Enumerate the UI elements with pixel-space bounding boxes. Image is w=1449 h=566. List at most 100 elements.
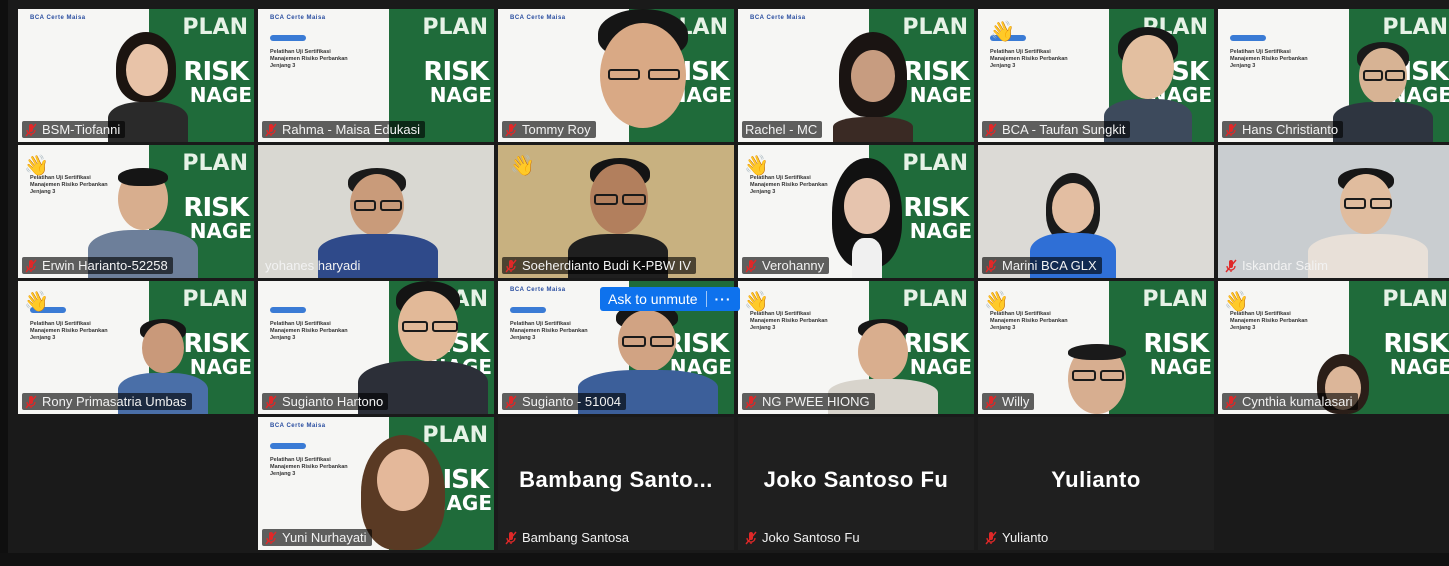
participant-tile-no-video[interactable]: Joko Santoso Fu Joko Santoso Fu bbox=[738, 417, 974, 550]
mic-muted-icon bbox=[985, 531, 997, 545]
raised-hand-icon: 👋 bbox=[510, 155, 535, 177]
participant-tile[interactable]: yohanes haryadi bbox=[258, 145, 494, 278]
slide-title: Pelatihan Uji Sertifikasi Manajemen Risi… bbox=[990, 311, 1068, 331]
slide-title: Pelatihan Uji Sertifikasi Manajemen Risi… bbox=[270, 321, 348, 341]
participant-name-label: Cynthia kumalasari bbox=[1222, 393, 1358, 410]
participant-tile[interactable]: PLANRISKNAGE Pelatihan Uji Sertifikasi M… bbox=[1218, 281, 1449, 414]
slide-title: Pelatihan Uji Sertifikasi Manajemen Risi… bbox=[750, 311, 828, 331]
participant-name-label: Yuni Nurhayati bbox=[262, 529, 372, 546]
slide-title: Pelatihan Uji Sertifikasi Manajemen Risi… bbox=[1230, 49, 1308, 69]
participant-name-label: Sugianto - 51004 bbox=[502, 393, 627, 410]
slide-logos: BCA Certe Maisa bbox=[270, 15, 326, 21]
participant-name-label: Joko Santoso Fu bbox=[742, 529, 865, 546]
ask-to-unmute-button[interactable]: Ask to unmute ··· bbox=[600, 287, 740, 311]
raised-hand-icon: 👋 bbox=[24, 155, 49, 177]
participant-tile[interactable]: Iskandar Salim bbox=[1218, 145, 1449, 278]
participant-tile[interactable]: PLANRISKNAGE Pelatihan Uji Sertifikasi M… bbox=[738, 281, 974, 414]
participant-tile-no-video[interactable]: Yulianto Yulianto bbox=[978, 417, 1214, 550]
participant-name-label: Rachel - MC bbox=[742, 121, 823, 138]
participant-name-label: BCA - Taufan Sungkit bbox=[982, 121, 1131, 138]
participant-tile[interactable]: PLANRISKNAGE Pelatihan Uji Sertifikasi M… bbox=[1218, 9, 1449, 142]
slide-logos: BCA Certe Maisa bbox=[30, 15, 86, 21]
ask-to-unmute-label: Ask to unmute bbox=[608, 291, 698, 307]
participant-video bbox=[1058, 344, 1138, 414]
participant-name-label: Willy bbox=[982, 393, 1035, 410]
participant-name-label: Bambang Santosa bbox=[502, 529, 634, 546]
participant-tile[interactable]: Marini BCA GLX bbox=[978, 145, 1214, 278]
divider bbox=[705, 291, 707, 307]
participant-name-label: NG PWEE HIONG bbox=[742, 393, 875, 410]
raised-hand-icon: 👋 bbox=[990, 21, 1015, 43]
participant-tile-no-video[interactable]: Bambang Santo... Bambang Santosa bbox=[498, 417, 734, 550]
raised-hand-icon: 👋 bbox=[744, 155, 769, 177]
mic-muted-icon bbox=[265, 531, 277, 545]
participant-name-label: Yulianto bbox=[982, 529, 1053, 546]
participant-name-label: Sugianto Hartono bbox=[262, 393, 389, 410]
participant-video bbox=[578, 9, 708, 142]
participant-tile[interactable]: PLANRISKNAGE BCA Certe Maisa Pelatihan U… bbox=[258, 417, 494, 550]
slide-tag bbox=[1230, 35, 1266, 41]
mic-muted-icon bbox=[505, 531, 517, 545]
mic-muted-icon bbox=[25, 395, 37, 409]
slide-logos: BCA Certe Maisa bbox=[750, 15, 806, 21]
window-edge bbox=[0, 0, 8, 566]
mic-muted-icon bbox=[745, 259, 757, 273]
participant-name-label: Hans Christianto bbox=[1222, 121, 1344, 138]
participant-name-label: Marini BCA GLX bbox=[982, 257, 1102, 274]
slide-title: Pelatihan Uji Sertifikasi Manajemen Risi… bbox=[990, 49, 1068, 69]
participant-name-label: BSM-Tiofanni bbox=[22, 121, 126, 138]
participant-name-label: Iskandar Salim bbox=[1222, 257, 1333, 274]
mic-muted-icon bbox=[505, 123, 517, 137]
mic-muted-icon bbox=[745, 395, 757, 409]
participant-tile[interactable]: PLANRISKNAGE Pelatihan Uji Sertifikasi M… bbox=[258, 281, 494, 414]
participant-tile[interactable]: 👋 Soeherdianto Budi K-PBW IV bbox=[498, 145, 734, 278]
slide-tag bbox=[270, 307, 306, 313]
participant-video bbox=[833, 32, 913, 142]
mic-muted-icon bbox=[745, 531, 757, 545]
slide-tag bbox=[510, 307, 546, 313]
participant-tile[interactable]: PLANRISKNAGE Pelatihan Uji Sertifikasi M… bbox=[738, 145, 974, 278]
participant-tile[interactable]: PLANRISKNAGE Pelatihan Uji Sertifikasi M… bbox=[978, 281, 1214, 414]
slide-logos: BCA Certe Maisa bbox=[510, 287, 566, 293]
participant-display-name: Bambang Santo... bbox=[519, 467, 713, 492]
mic-muted-icon bbox=[1225, 123, 1237, 137]
participant-tile[interactable]: PLANRISKNAGE Pelatihan Uji Sertifikasi M… bbox=[18, 145, 254, 278]
mic-muted-icon bbox=[1225, 259, 1237, 273]
participant-name-label: Verohanny bbox=[742, 257, 830, 274]
raised-hand-icon: 👋 bbox=[744, 291, 769, 313]
mic-muted-icon bbox=[505, 259, 517, 273]
mic-muted-icon bbox=[265, 123, 277, 137]
participant-tile[interactable]: PLANRISKNAGE BCA Certe Maisa Pelatihan U… bbox=[258, 9, 494, 142]
slide-tag bbox=[270, 443, 306, 449]
slide-logos: BCA Certe Maisa bbox=[270, 423, 326, 429]
participant-display-name: Yulianto bbox=[1051, 467, 1141, 492]
raised-hand-icon: 👋 bbox=[24, 291, 49, 313]
participant-name-label: Erwin Harianto-52258 bbox=[22, 257, 173, 274]
participant-name-label: Tommy Roy bbox=[502, 121, 596, 138]
participant-tile[interactable]: PLAN RISK NAGE BCA Certe Maisa BSM-Tiofann… bbox=[18, 9, 254, 142]
participant-name-label: yohanes haryadi bbox=[265, 258, 361, 273]
mic-muted-icon bbox=[505, 395, 517, 409]
participant-tile[interactable]: PLAN RISK NAGE BCA Certe Maisa Tommy Roy bbox=[498, 9, 734, 142]
slide-title: Pelatihan Uji Sertifikasi Manajemen Risi… bbox=[1230, 311, 1308, 331]
window-bottom-edge bbox=[0, 553, 1449, 566]
mic-muted-icon bbox=[985, 259, 997, 273]
participant-video bbox=[1333, 42, 1433, 142]
participant-tile-active-speaker[interactable]: PLAN RISK NAGE BCA Certe Maisa Rachel - MC bbox=[738, 9, 974, 142]
more-options-icon[interactable]: ··· bbox=[715, 287, 732, 311]
slide-title: Pelatihan Uji Sertifikasi Manajemen Risi… bbox=[30, 321, 108, 341]
participant-name-label: Rahma - Maisa Edukasi bbox=[262, 121, 425, 138]
mic-muted-icon bbox=[1225, 395, 1237, 409]
mic-muted-icon bbox=[25, 259, 37, 273]
participant-name-label: Soeherdianto Budi K-PBW IV bbox=[502, 257, 697, 274]
raised-hand-icon: 👋 bbox=[1224, 291, 1249, 313]
participant-tile[interactable]: PLANRISKNAGE Pelatihan Uji Sertifikasi M… bbox=[18, 281, 254, 414]
mic-muted-icon bbox=[985, 123, 997, 137]
slide-title: Pelatihan Uji Sertifikasi Manajemen Risi… bbox=[270, 49, 348, 69]
slide-logos: BCA Certe Maisa bbox=[510, 15, 566, 21]
participant-video bbox=[818, 158, 918, 278]
slide-tag bbox=[270, 35, 306, 41]
participant-display-name: Joko Santoso Fu bbox=[763, 467, 949, 492]
participant-tile[interactable]: PLANRISKNAGE Pelatihan Uji Sertifikasi M… bbox=[978, 9, 1214, 142]
mic-muted-icon bbox=[265, 395, 277, 409]
